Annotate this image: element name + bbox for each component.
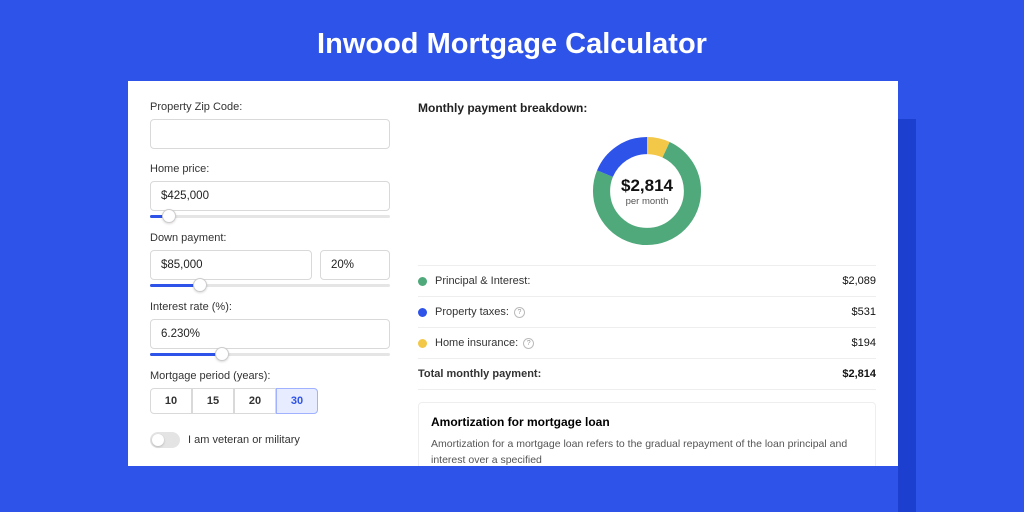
down-payment-amount-input[interactable]	[150, 250, 312, 280]
legend-swatch	[418, 308, 427, 317]
home-price-slider[interactable]	[150, 215, 390, 218]
info-icon[interactable]: ?	[523, 338, 534, 349]
home-price-label: Home price:	[150, 163, 390, 175]
donut-sublabel: per month	[626, 196, 669, 207]
period-option-30[interactable]: 30	[276, 388, 318, 414]
amortization-box: Amortization for mortgage loan Amortizat…	[418, 402, 876, 466]
slider-thumb[interactable]	[215, 347, 229, 361]
breakdown-column: Monthly payment breakdown: $2,814 per mo…	[418, 101, 876, 466]
legend-value: $531	[852, 306, 876, 318]
home-price-field: Home price:	[150, 163, 390, 218]
home-price-input[interactable]	[150, 181, 390, 211]
legend-row: Principal & Interest:$2,089	[418, 266, 876, 297]
down-payment-percent-input[interactable]	[320, 250, 390, 280]
legend-swatch	[418, 277, 427, 286]
amortization-title: Amortization for mortgage loan	[431, 415, 863, 429]
donut-chart-wrap: $2,814 per month	[418, 125, 876, 265]
down-payment-label: Down payment:	[150, 232, 390, 244]
veteran-label: I am veteran or military	[188, 434, 300, 446]
period-option-10[interactable]: 10	[150, 388, 192, 414]
legend-swatch	[418, 339, 427, 348]
mortgage-period-label: Mortgage period (years):	[150, 370, 390, 382]
legend-row-total: Total monthly payment:$2,814	[418, 359, 876, 390]
legend-total-value: $2,814	[842, 368, 876, 380]
slider-thumb[interactable]	[193, 278, 207, 292]
zip-input[interactable]	[150, 119, 390, 149]
legend-value: $194	[852, 337, 876, 349]
legend-rows: Principal & Interest:$2,089Property taxe…	[418, 265, 876, 390]
veteran-row: I am veteran or military	[150, 432, 390, 448]
zip-label: Property Zip Code:	[150, 101, 390, 113]
interest-rate-field: Interest rate (%):	[150, 301, 390, 356]
calculator-panel: Property Zip Code: Home price: Down paym…	[128, 81, 898, 466]
down-payment-field: Down payment:	[150, 232, 390, 287]
legend-row: Home insurance:?$194	[418, 328, 876, 359]
legend-row: Property taxes:?$531	[418, 297, 876, 328]
page-title: Inwood Mortgage Calculator	[0, 0, 1024, 81]
mortgage-period-group: 10152030	[150, 388, 390, 414]
slider-fill	[150, 353, 222, 356]
legend-label: Principal & Interest:	[435, 275, 842, 287]
info-icon[interactable]: ?	[514, 307, 525, 318]
interest-rate-label: Interest rate (%):	[150, 301, 390, 313]
veteran-toggle[interactable]	[150, 432, 180, 448]
interest-rate-input[interactable]	[150, 319, 390, 349]
panel-shadow	[898, 119, 916, 512]
legend-label: Property taxes:?	[435, 306, 852, 318]
donut-chart: $2,814 per month	[587, 131, 707, 251]
period-option-20[interactable]: 20	[234, 388, 276, 414]
legend-value: $2,089	[842, 275, 876, 287]
breakdown-title: Monthly payment breakdown:	[418, 101, 876, 115]
amortization-text: Amortization for a mortgage loan refers …	[431, 437, 863, 466]
legend-total-label: Total monthly payment:	[418, 368, 842, 380]
down-payment-slider[interactable]	[150, 284, 390, 287]
donut-amount: $2,814	[621, 176, 673, 196]
legend-label: Home insurance:?	[435, 337, 852, 349]
form-column: Property Zip Code: Home price: Down paym…	[150, 101, 390, 466]
donut-center: $2,814 per month	[587, 131, 707, 251]
period-option-15[interactable]: 15	[192, 388, 234, 414]
interest-rate-slider[interactable]	[150, 353, 390, 356]
zip-field: Property Zip Code:	[150, 101, 390, 149]
slider-thumb[interactable]	[162, 209, 176, 223]
mortgage-period-field: Mortgage period (years): 10152030	[150, 370, 390, 414]
